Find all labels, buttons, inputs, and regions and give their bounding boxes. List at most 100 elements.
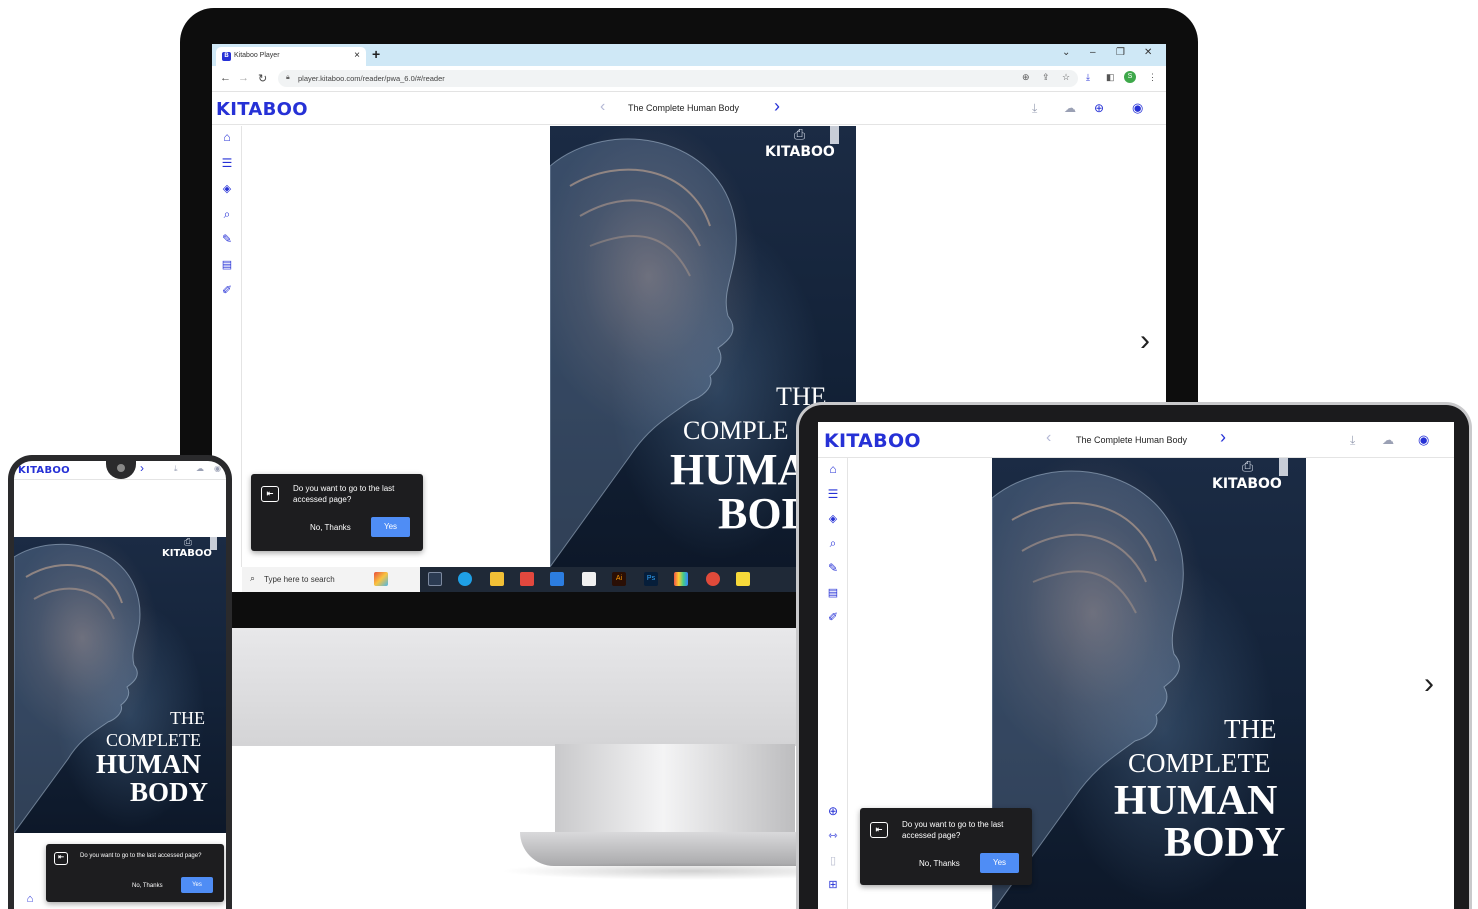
next-chapter-icon[interactable]: ›	[140, 461, 144, 475]
front-camera	[117, 464, 125, 472]
download-icon[interactable]: ⤓	[1350, 433, 1355, 448]
globe-icon[interactable]: ⊕	[1094, 101, 1104, 115]
edge-browser-icon[interactable]	[458, 572, 472, 586]
close-tab-icon[interactable]: ×	[354, 50, 360, 61]
cover-title-line-2: COMPLETE	[1128, 748, 1271, 778]
reader-sidebar: ⌂ ☰ ◈ ⌕ ✎ ▤ ✐ ⊕ ⇿ ▯ ⊞	[818, 458, 848, 909]
toc-icon[interactable]: ☰	[818, 487, 848, 501]
back-arrow-icon[interactable]: ←	[220, 72, 231, 84]
print-icon[interactable]: ⎙	[1242, 458, 1253, 475]
prev-chapter-icon[interactable]: ‹	[1046, 429, 1051, 447]
file-explorer-icon[interactable]	[490, 572, 504, 586]
highlight-icon[interactable]: ✐	[818, 610, 848, 624]
search-icon: ⌕	[250, 573, 256, 583]
resume-page-icon: ⇤	[54, 852, 68, 865]
share-icon[interactable]: ⇪	[1042, 72, 1050, 83]
home-icon[interactable]: ⌂	[20, 893, 40, 905]
resources-icon[interactable]: ◈	[212, 182, 242, 195]
bookmark-icon[interactable]	[1279, 458, 1288, 476]
chrome-icon[interactable]	[706, 572, 720, 586]
book-cover-page: ⎙ KITABOO THE COMPLETE HUMAN BODY	[992, 458, 1306, 909]
cloud-icon[interactable]: ☁	[196, 464, 204, 473]
pen-icon[interactable]: ✎	[818, 561, 848, 575]
single-page-icon[interactable]: ▯	[818, 854, 848, 867]
address-bar[interactable]: 🔒︎ player.kitaboo.com/reader/pwa_6.0/#/r…	[278, 70, 1078, 87]
print-icon[interactable]: ⎙	[794, 126, 805, 143]
book-title: The Complete Human Body	[628, 103, 740, 113]
store-icon[interactable]	[582, 572, 596, 586]
forward-arrow-icon[interactable]: →	[238, 72, 249, 84]
home-icon[interactable]: ⌂	[212, 130, 242, 144]
resume-dialog-message: Do you want to go to the last accessed p…	[902, 820, 1004, 840]
close-window-icon[interactable]: ✕	[1144, 47, 1152, 58]
monitor-stand-foot	[520, 832, 840, 866]
next-chapter-icon[interactable]: ›	[774, 96, 780, 117]
search-icon[interactable]: ⌕	[212, 207, 242, 222]
reader-header: KITABOO ‹ The Complete Human Body › ⤓ ☁ …	[212, 93, 1166, 125]
profile-icon[interactable]: ◉	[1418, 432, 1429, 448]
cover-title-line-4: BODY	[1164, 820, 1286, 866]
download-icon[interactable]: ⤓	[1032, 101, 1037, 116]
resume-dialog: ⇤ Do you want to go to the last accessed…	[251, 474, 423, 551]
widgets-icon[interactable]	[374, 572, 388, 586]
more-menu-icon[interactable]: ⋮	[1148, 72, 1157, 83]
downloads-icon[interactable]: ⤓	[1086, 72, 1090, 83]
reload-icon[interactable]: ↻	[258, 72, 267, 85]
print-icon[interactable]: ⎙	[184, 537, 192, 548]
browser-tab-strip: B Kitaboo Player × + ⌄ – ❐ ✕	[212, 44, 1166, 66]
zoom-in-icon[interactable]: ⊕	[818, 804, 848, 818]
install-app-icon[interactable]: ⊕	[1022, 72, 1030, 83]
profile-icon[interactable]: ◉	[214, 464, 221, 473]
photoshop-icon[interactable]: Ps	[644, 572, 658, 586]
notes-icon[interactable]: ▤	[818, 586, 848, 599]
tablet-device: KITABOO ‹ The Complete Human Body › ⤓ ☁ …	[796, 402, 1472, 909]
cover-title-line-1: THE	[170, 708, 205, 728]
address-bar-url: player.kitaboo.com/reader/pwa_6.0/#/read…	[298, 74, 445, 83]
sticky-notes-icon[interactable]	[736, 572, 750, 586]
profile-avatar[interactable]: S	[1124, 71, 1136, 83]
side-panel-icon[interactable]: ◧	[1106, 72, 1115, 83]
search-icon[interactable]: ⌕	[818, 536, 848, 551]
minimize-icon[interactable]: –	[1090, 47, 1096, 58]
next-chapter-icon[interactable]: ›	[1220, 427, 1226, 448]
figma-icon[interactable]	[520, 572, 534, 586]
resume-dialog: ⇤ Do you want to go to the last accessed…	[860, 808, 1032, 885]
no-thanks-button[interactable]: No, Thanks	[919, 859, 960, 868]
yes-button[interactable]: Yes	[980, 853, 1019, 873]
bookmark-icon[interactable]	[830, 126, 839, 144]
cloud-icon[interactable]: ☁	[1382, 433, 1394, 447]
toc-icon[interactable]: ☰	[212, 156, 242, 170]
kitaboo-logo: KITABOO	[824, 430, 921, 452]
tab-search-chevron-icon[interactable]: ⌄	[1062, 47, 1070, 58]
resume-page-icon: ⇤	[870, 822, 888, 838]
winrar-icon[interactable]	[674, 572, 688, 586]
resources-icon[interactable]: ◈	[818, 512, 848, 525]
next-page-arrow-icon[interactable]: ›	[1140, 324, 1150, 358]
yes-button[interactable]: Yes	[181, 877, 213, 893]
fit-width-icon[interactable]: ⇿	[818, 829, 848, 842]
prev-chapter-icon[interactable]: ‹	[600, 98, 605, 116]
profile-icon[interactable]: ◉	[1132, 100, 1143, 116]
next-page-arrow-icon[interactable]: ›	[1424, 667, 1434, 701]
home-icon[interactable]: ⌂	[818, 462, 848, 476]
yes-button[interactable]: Yes	[371, 517, 410, 537]
task-view-icon[interactable]	[428, 572, 442, 586]
illustrator-icon[interactable]: Ai	[612, 572, 626, 586]
pen-icon[interactable]: ✎	[212, 232, 242, 246]
maximize-icon[interactable]: ❐	[1116, 47, 1125, 58]
download-icon[interactable]: ⤓	[174, 464, 178, 474]
cloud-icon[interactable]: ☁	[1064, 101, 1076, 115]
notes-icon[interactable]: ▤	[212, 258, 242, 271]
bookmark-star-icon[interactable]: ☆	[1062, 72, 1070, 83]
no-thanks-button[interactable]: No, Thanks	[310, 523, 351, 532]
no-thanks-button[interactable]: No, Thanks	[132, 883, 163, 889]
cover-publisher-logo: KITABOO	[765, 144, 835, 160]
resume-page-icon: ⇤	[261, 486, 279, 502]
cover-title-line-3: HUMA	[670, 445, 810, 494]
mail-icon[interactable]	[550, 572, 564, 586]
thumbnails-icon[interactable]: ⊞	[818, 878, 848, 891]
taskbar-search-box[interactable]: ⌕ Type here to search	[242, 567, 420, 592]
browser-tab[interactable]: B Kitaboo Player ×	[216, 47, 366, 66]
highlight-icon[interactable]: ✐	[212, 283, 242, 297]
new-tab-icon[interactable]: +	[372, 46, 380, 62]
